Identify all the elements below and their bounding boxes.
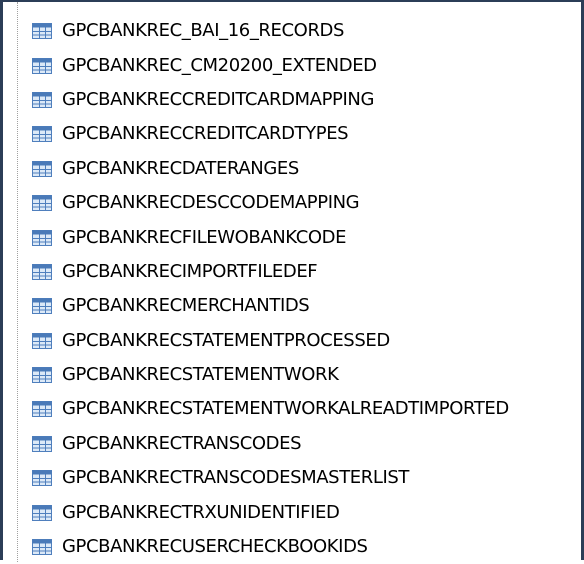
table-icon <box>31 124 53 144</box>
tree-item-table[interactable]: GPCBANKRECUSERCHECKBOOKIDS <box>31 530 577 564</box>
object-explorer-panel: GPCBANKREC_BAI_16_RECORDS GPCBANKREC_CM2… <box>0 0 584 562</box>
tree-item-table[interactable]: GPCBANKRECTRANSCODES <box>31 427 577 461</box>
tree-item-label: GPCBANKRECUSERCHECKBOOKIDS <box>62 536 368 558</box>
table-icon <box>31 468 53 488</box>
table-icon <box>31 296 53 316</box>
tree-item-table[interactable]: GPCBANKRECTRXUNIDENTIFIED <box>31 495 577 529</box>
tree-item-label: GPCBANKRECTRANSCODESMASTERLIST <box>62 467 410 489</box>
table-tree-list: GPCBANKREC_BAI_16_RECORDS GPCBANKREC_CM2… <box>31 14 577 564</box>
tree-item-table[interactable]: GPCBANKRECDATERANGES <box>31 152 577 186</box>
tree-item-label: GPCBANKRECFILEWOBANKCODE <box>62 226 347 248</box>
tree-item-table[interactable]: GPCBANKRECSTATEMENTWORKALREADTIMPORTED <box>31 392 577 426</box>
tree-item-table[interactable]: GPCBANKRECMERCHANTIDS <box>31 289 577 323</box>
table-icon <box>31 56 53 76</box>
tree-item-table[interactable]: GPCBANKRECIMPORTFILEDEF <box>31 255 577 289</box>
table-icon <box>31 331 53 351</box>
tree-item-label: GPCBANKRECTRXUNIDENTIFIED <box>62 501 340 523</box>
tree-item-label: GPCBANKRECMERCHANTIDS <box>62 295 310 317</box>
tree-item-label: GPCBANKREC_BAI_16_RECORDS <box>62 20 345 42</box>
table-icon <box>31 159 53 179</box>
tree-item-label: GPCBANKRECCREDITCARDTYPES <box>62 123 349 145</box>
tree-item-table[interactable]: GPCBANKRECSTATEMENTWORK <box>31 358 577 392</box>
tree-item-table[interactable]: GPCBANKRECCREDITCARDMAPPING <box>31 83 577 117</box>
table-icon <box>31 193 53 213</box>
table-icon <box>31 262 53 282</box>
tree-item-label: GPCBANKRECSTATEMENTPROCESSED <box>62 329 390 351</box>
tree-guide-line <box>17 2 18 562</box>
tree-item-label: GPCBANKRECDESCCODEMAPPING <box>62 192 360 214</box>
table-icon <box>31 90 53 110</box>
tree-item-table[interactable]: GPCBANKRECSTATEMENTPROCESSED <box>31 324 577 358</box>
tree-item-label: GPCBANKRECDATERANGES <box>62 157 299 179</box>
tree-item-label: GPCBANKRECSTATEMENTWORKALREADTIMPORTED <box>62 398 509 420</box>
table-icon <box>31 365 53 385</box>
tree-item-table[interactable]: GPCBANKRECFILEWOBANKCODE <box>31 220 577 254</box>
tree-item-table[interactable]: GPCBANKREC_CM20200_EXTENDED <box>31 48 577 82</box>
tree-item-label: GPCBANKREC_CM20200_EXTENDED <box>62 54 377 76</box>
table-icon <box>31 21 53 41</box>
tree-item-label: GPCBANKRECSTATEMENTWORK <box>62 364 339 386</box>
tree-item-label: GPCBANKRECTRANSCODES <box>62 432 302 454</box>
table-icon <box>31 434 53 454</box>
table-icon <box>31 228 53 248</box>
table-icon <box>31 537 53 557</box>
tree-item-table[interactable]: GPCBANKRECCREDITCARDTYPES <box>31 117 577 151</box>
tree-item-table[interactable]: GPCBANKRECTRANSCODESMASTERLIST <box>31 461 577 495</box>
tree-item-table[interactable]: GPCBANKREC_BAI_16_RECORDS <box>31 14 577 48</box>
table-icon <box>31 399 53 419</box>
tree-item-table[interactable]: GPCBANKRECDESCCODEMAPPING <box>31 186 577 220</box>
tree-item-label: GPCBANKRECCREDITCARDMAPPING <box>62 88 375 110</box>
table-icon <box>31 503 53 523</box>
tree-item-label: GPCBANKRECIMPORTFILEDEF <box>62 260 318 282</box>
